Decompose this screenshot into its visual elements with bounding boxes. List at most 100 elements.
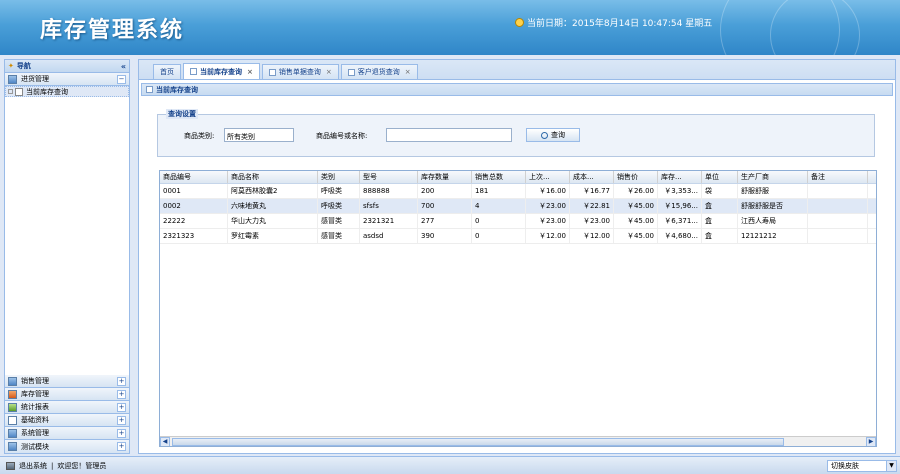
table-body: 0001 阿莫西林胶囊2 呼吸类 888888 200 181 ￥16.00 ￥16.77 ￥2…	[160, 184, 876, 244]
table-cell: 888888	[360, 184, 418, 198]
exit-icon[interactable]	[6, 461, 15, 470]
section-toggle-button[interactable]: +	[117, 428, 126, 438]
sidebar-section-purchase[interactable]: 进货管理 −	[5, 73, 129, 86]
column-header[interactable]: 销售总数	[472, 171, 526, 183]
table-row[interactable]: 0002 六味地黄丸 呼吸类 sfsfs 700 4 ￥23.00 ￥22.81 ￥45.00 ￥…	[160, 199, 876, 214]
sidebar-section-sales[interactable]: 销售管理 +	[5, 375, 129, 388]
table-cell: ￥45.00	[614, 229, 658, 243]
column-header[interactable]: 备注	[808, 171, 868, 183]
column-header[interactable]: 商品名称	[228, 171, 318, 183]
tab-label: 销售单据查询	[278, 68, 321, 76]
table-cell: 袋	[702, 184, 738, 198]
query-legend: 查询设置	[166, 109, 198, 119]
exit-link[interactable]: 退出系统	[19, 461, 47, 471]
column-header[interactable]: 上次...	[526, 171, 570, 183]
tab-inventory-query[interactable]: 当前库存查询 ×	[183, 63, 260, 79]
sidebar-section-label: 系统管理	[21, 429, 49, 437]
table-cell: ￥12.00	[570, 229, 614, 243]
column-header[interactable]: 单位	[702, 171, 738, 183]
horizontal-scrollbar[interactable]: ◀ ▶	[160, 436, 876, 446]
code-label: 商品编号或名称:	[316, 132, 368, 140]
table-cell: 390	[418, 229, 472, 243]
search-button[interactable]: 查询	[526, 128, 580, 142]
table-row[interactable]: 22222 华山大力丸 感冒类 2321321 277 0 ￥23.00 ￥23.00 ￥45.…	[160, 214, 876, 229]
table-cell: 181	[472, 184, 526, 198]
close-icon[interactable]: ×	[247, 68, 253, 76]
tab-bar: 首页 当前库存查询 × 销售单据查询 × 客户退货查询 ×	[139, 60, 895, 80]
table-row[interactable]: 0001 阿莫西林胶囊2 呼吸类 888888 200 181 ￥16.00 ￥16.77 ￥2…	[160, 184, 876, 199]
table-cell: 0001	[160, 184, 228, 198]
table-cell: 0002	[160, 199, 228, 213]
status-bar: 退出系统 | 欢迎您！管理员 切换皮肤 ▼	[0, 456, 900, 474]
table-cell: 4	[472, 199, 526, 213]
table-cell: 舒服舒服是否	[738, 199, 808, 213]
scroll-right-arrow[interactable]: ▶	[866, 436, 876, 446]
scroll-left-arrow[interactable]: ◀	[160, 436, 170, 446]
section-toggle-button[interactable]: +	[117, 376, 126, 386]
current-date-text: 当前日期：2015年8月14日 10:47:54 星期五	[527, 19, 713, 29]
close-icon[interactable]: ×	[326, 68, 332, 76]
module-icon	[8, 389, 17, 399]
table-row[interactable]: 2321323 罗红霉素 感冒类 asdsd 390 0 ￥12.00 ￥12.00 ￥45.0…	[160, 229, 876, 244]
chevron-down-icon: ▼	[886, 461, 896, 471]
skin-select[interactable]: 切换皮肤 ▼	[827, 460, 897, 472]
current-date: 当前日期：2015年8月14日 10:47:54 星期五	[515, 16, 712, 29]
table-cell: 200	[418, 184, 472, 198]
column-header[interactable]: 库存...	[658, 171, 702, 183]
sidebar-section-label: 销售管理	[21, 377, 49, 385]
sidebar-collapse-button[interactable]: «	[121, 62, 126, 71]
table-cell	[808, 199, 868, 213]
scroll-thumb[interactable]	[172, 437, 784, 446]
table-cell: 2321321	[360, 214, 418, 228]
column-header[interactable]: 商品编号	[160, 171, 228, 183]
table-cell: ￥22.81	[570, 199, 614, 213]
code-search-input[interactable]	[386, 128, 512, 142]
table-cell: 0	[472, 214, 526, 228]
section-toggle-button[interactable]: +	[117, 402, 126, 412]
tab-sales-query[interactable]: 销售单据查询 ×	[261, 64, 339, 79]
search-icon	[541, 131, 548, 139]
column-header[interactable]: 库存数量	[418, 171, 472, 183]
section-toggle-button[interactable]: +	[117, 442, 126, 451]
table-cell: ￥3,353...	[658, 184, 702, 198]
sidebar-section-inventory[interactable]: 库存管理 +	[5, 388, 129, 401]
section-toggle-button[interactable]: +	[117, 389, 126, 399]
table-cell: 盒	[702, 199, 738, 213]
table-cell: 呼吸类	[318, 184, 360, 198]
module-icon	[8, 376, 17, 386]
sidebar-section-system[interactable]: 系统管理 +	[5, 427, 129, 440]
sidebar-section-reports[interactable]: 统计报表 +	[5, 401, 129, 414]
column-header[interactable]: 成本...	[570, 171, 614, 183]
table-cell: 呼吸类	[318, 199, 360, 213]
column-header[interactable]: 销售价	[614, 171, 658, 183]
document-icon	[190, 68, 197, 75]
table-cell: 盒	[702, 229, 738, 243]
category-field[interactable]: 所有类别	[224, 128, 294, 142]
tab-return-query[interactable]: 客户退货查询 ×	[340, 64, 418, 79]
table-cell: asdsd	[360, 229, 418, 243]
search-doc-icon	[268, 68, 276, 76]
sidebar-item-inventory-query[interactable]: 当前库存查询	[5, 86, 129, 97]
tree-node-icon	[8, 89, 13, 94]
module-icon	[8, 428, 17, 438]
sidebar-section-label: 测试模块	[21, 442, 49, 451]
column-header[interactable]: 型号	[360, 171, 418, 183]
tab-home[interactable]: 首页	[153, 64, 181, 79]
section-toggle-button[interactable]: −	[117, 74, 126, 84]
clock-icon	[515, 18, 524, 27]
column-header[interactable]: 类别	[318, 171, 360, 183]
section-toggle-button[interactable]: +	[117, 415, 126, 425]
column-header[interactable]: 生产厂商	[738, 171, 808, 183]
sidebar-sections: 销售管理 + 库存管理 + 统计报表 + 基础资料 + 系统管理 + 测试模块 +	[5, 375, 129, 453]
sidebar-nav: ✦ 导航 « 进货管理 − 当前库存查询 销售管理 + 库存管理 + 统计报表 + 基…	[4, 59, 130, 454]
search-doc-icon	[347, 68, 355, 76]
close-icon[interactable]: ×	[405, 68, 411, 76]
table-cell: 感冒类	[318, 229, 360, 243]
sidebar-section-test[interactable]: 测试模块 +	[5, 440, 129, 453]
table-cell: ￥16.77	[570, 184, 614, 198]
table-cell: ￥26.00	[614, 184, 658, 198]
table-cell: 700	[418, 199, 472, 213]
sidebar-section-basic-data[interactable]: 基础资料 +	[5, 414, 129, 427]
table-cell: ￥12.00	[526, 229, 570, 243]
table-cell: 0	[472, 229, 526, 243]
